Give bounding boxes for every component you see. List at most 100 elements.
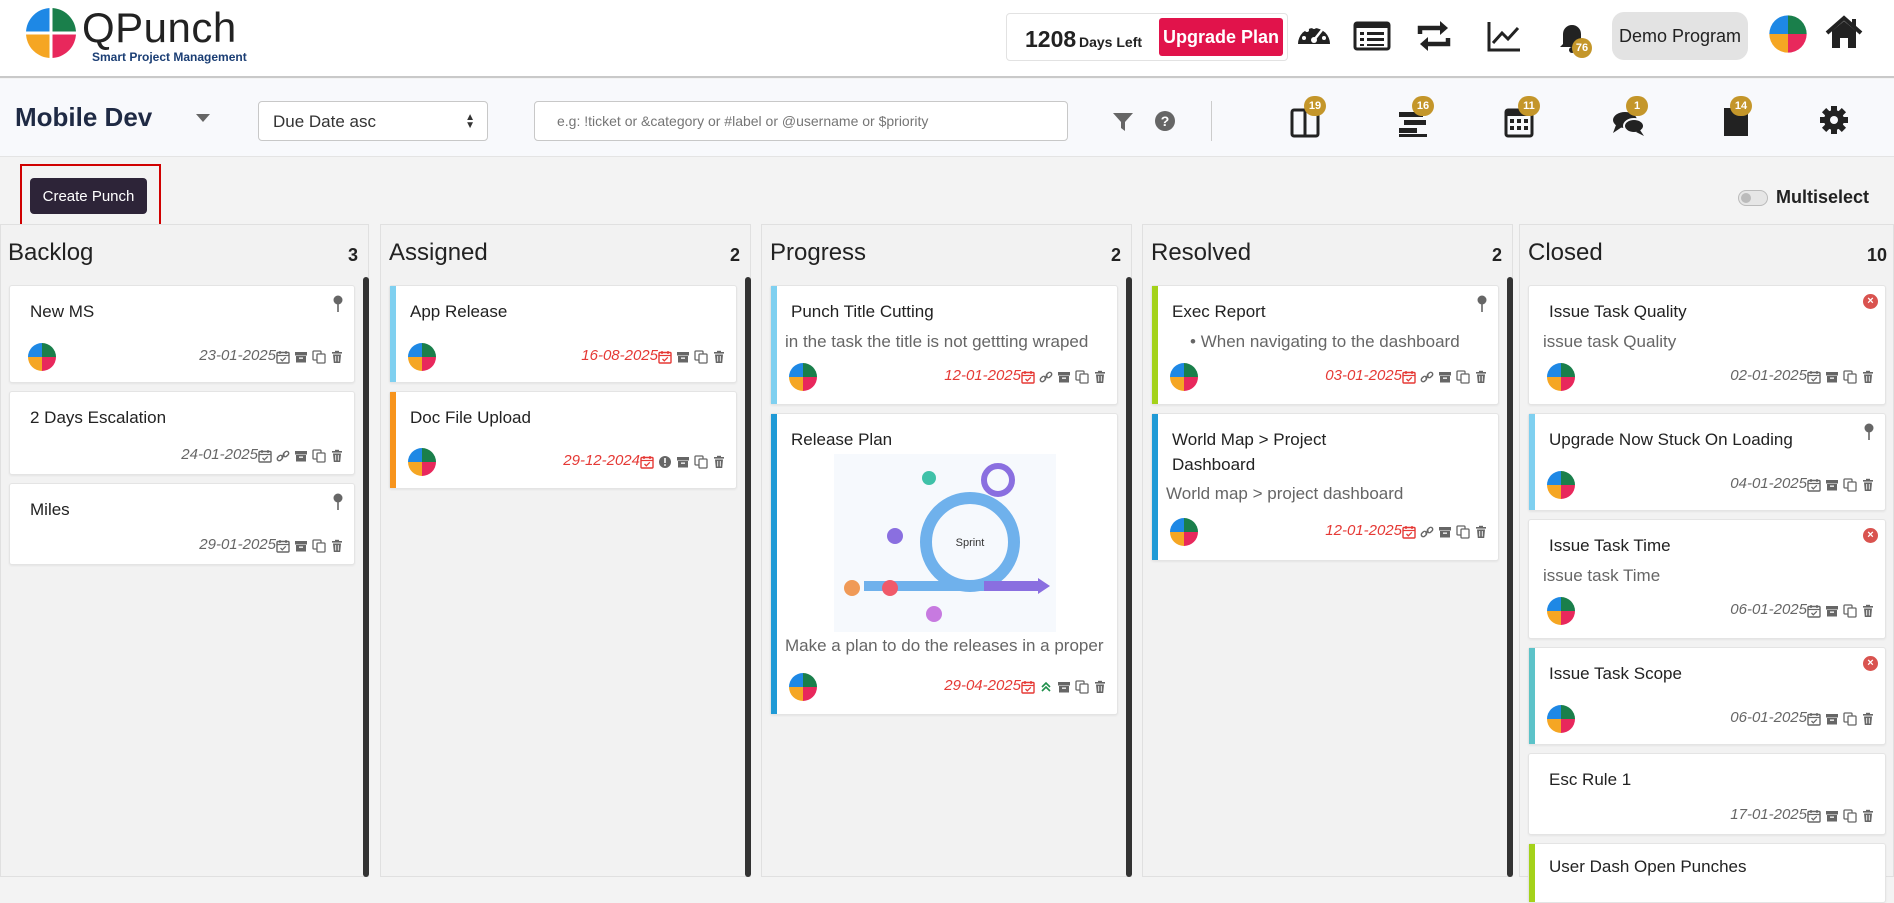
dashboard-gauge-icon[interactable] — [1294, 16, 1334, 56]
gear-icon[interactable] — [1816, 100, 1852, 140]
days-left-label: Days Left — [1079, 34, 1143, 50]
due-date: 17-01-2025 — [1730, 806, 1807, 823]
card-title: New MS — [30, 302, 95, 321]
card-actions[interactable] — [1807, 369, 1877, 385]
toolbar-divider — [1211, 101, 1212, 141]
close-icon[interactable]: × — [1863, 528, 1878, 543]
due-date: 06-01-2025 — [1730, 601, 1807, 618]
card-actions[interactable] — [640, 454, 728, 470]
column-scrollbar[interactable] — [1507, 277, 1513, 877]
card-title: Upgrade Now Stuck On Loading — [1549, 430, 1793, 449]
card-actions[interactable] — [1807, 808, 1877, 824]
card[interactable]: Esc Rule 1 17-01-2025 — [1528, 753, 1886, 835]
card[interactable]: Upgrade Now Stuck On Loading 04-01-2025 — [1528, 413, 1886, 511]
card-actions[interactable] — [276, 349, 346, 365]
column-backlog: Backlog 3 New MS 23-01-2025 2 Days Escal… — [0, 224, 369, 877]
assignee-avatar — [1546, 704, 1576, 734]
sprint-diagram-label: Sprint — [956, 537, 985, 549]
card-description-text: When navigating to the dashboard — [1200, 332, 1460, 351]
chart-line-icon[interactable] — [1484, 16, 1524, 56]
card[interactable]: Issue Task Scope × 06-01-2025 — [1528, 647, 1886, 745]
card-title: Esc Rule 1 — [1549, 770, 1632, 789]
filter-icon[interactable] — [1112, 112, 1134, 132]
pin-icon[interactable] — [1863, 423, 1875, 441]
column-scrollbar[interactable] — [745, 277, 751, 877]
upgrade-plan-button[interactable]: Upgrade Plan — [1159, 18, 1283, 56]
card[interactable]: 2 Days Escalation 24-01-2025 — [9, 391, 355, 475]
card-title: Punch Title Cutting — [791, 302, 934, 321]
card[interactable]: Doc File Upload 29-12-2024 — [389, 391, 737, 489]
program-selector-button[interactable]: Demo Program — [1612, 12, 1748, 60]
project-name[interactable]: Mobile Dev — [15, 102, 152, 133]
card-title: World Map > Project Dashboard — [1172, 430, 1327, 474]
column-title: Assigned — [389, 239, 488, 266]
card-title: Doc File Upload — [410, 408, 531, 427]
column-resolved: Resolved 2 Exec Report • When navigating… — [1142, 224, 1513, 877]
card-actions[interactable] — [1807, 477, 1877, 493]
card-actions[interactable] — [658, 349, 728, 365]
card-color-bar — [1529, 648, 1535, 744]
card-actions[interactable] — [1807, 603, 1877, 619]
days-left-number: 1208 — [1025, 26, 1077, 52]
multiselect-toggle[interactable] — [1738, 190, 1768, 206]
top-bar: QPunch Smart Project Management 1208 Day… — [0, 0, 1894, 78]
search-input[interactable] — [534, 101, 1068, 141]
card-color-bar — [771, 286, 777, 404]
assignee-avatar — [1169, 362, 1199, 392]
card-description: Make a plan to do the releases in a prop… — [785, 636, 1104, 655]
sort-select-value: Due Date asc — [273, 112, 376, 131]
card[interactable]: World Map > Project Dashboard World map … — [1151, 413, 1499, 561]
create-punch-button[interactable]: Create Punch — [30, 178, 147, 214]
user-avatar[interactable] — [1768, 14, 1808, 54]
card[interactable]: Miles 29-01-2025 — [9, 483, 355, 565]
select-arrows-icon: ▲ ▼ — [465, 112, 475, 131]
due-date: 04-01-2025 — [1730, 475, 1807, 492]
card-actions[interactable] — [276, 538, 346, 554]
card-actions[interactable] — [1021, 369, 1109, 385]
card-description: World map > project dashboard — [1166, 484, 1404, 503]
notes-view-badge: 14 — [1730, 96, 1752, 116]
column-assigned: Assigned 2 App Release 16-08-2025 Doc Fi… — [380, 224, 751, 877]
chevron-down-icon[interactable] — [196, 114, 210, 122]
column-scrollbar[interactable] — [363, 277, 369, 877]
card[interactable]: Issue Task Quality × issue task Quality … — [1528, 285, 1886, 405]
card-color-bar — [390, 286, 396, 382]
pin-icon[interactable] — [332, 493, 344, 511]
brand-name: QPunch — [82, 4, 237, 51]
card[interactable]: User Dash Open Punches — [1528, 843, 1886, 903]
card[interactable]: Exec Report • When navigating to the das… — [1151, 285, 1499, 405]
column-scrollbar[interactable] — [1126, 277, 1132, 877]
sprint-diagram-image: Sprint — [834, 454, 1056, 632]
card[interactable]: Punch Title Cutting in the task the titl… — [770, 285, 1118, 405]
sort-select[interactable]: Due Date asc ▲ ▼ — [258, 101, 488, 141]
board-view-badge: 19 — [1304, 96, 1326, 116]
card[interactable]: App Release 16-08-2025 — [389, 285, 737, 383]
column-title: Closed — [1528, 239, 1603, 266]
card[interactable]: Release Plan Sprint Make a plan to do th… — [770, 413, 1118, 715]
assignee-avatar — [788, 672, 818, 702]
card-actions[interactable] — [1807, 711, 1877, 727]
column-count: 2 — [1110, 245, 1121, 265]
list-icon[interactable] — [1352, 16, 1392, 56]
card-title: Release Plan — [791, 430, 893, 449]
close-icon[interactable]: × — [1863, 294, 1878, 309]
home-icon[interactable] — [1824, 12, 1864, 52]
card[interactable]: New MS 23-01-2025 — [9, 285, 355, 383]
assignee-avatar — [1546, 470, 1576, 500]
card-title: App Release — [410, 302, 508, 321]
pin-icon[interactable] — [1476, 295, 1488, 313]
card-actions[interactable] — [258, 448, 346, 464]
card-actions[interactable] — [1402, 524, 1490, 540]
column-closed: Closed 10 Issue Task Quality × issue tas… — [1519, 224, 1894, 903]
calendar-icon — [276, 350, 290, 364]
card-title: Miles — [30, 500, 70, 519]
close-icon[interactable]: × — [1863, 656, 1878, 671]
card-actions[interactable] — [1402, 369, 1490, 385]
pin-icon[interactable] — [332, 295, 344, 313]
card[interactable]: Issue Task Time × issue task Time 06-01-… — [1528, 519, 1886, 639]
card-actions[interactable] — [1021, 679, 1109, 695]
sync-icon[interactable] — [1414, 16, 1454, 56]
due-date: 29-04-2025 — [944, 677, 1021, 694]
help-icon[interactable]: ? — [1154, 110, 1176, 132]
assignee-avatar — [788, 362, 818, 392]
